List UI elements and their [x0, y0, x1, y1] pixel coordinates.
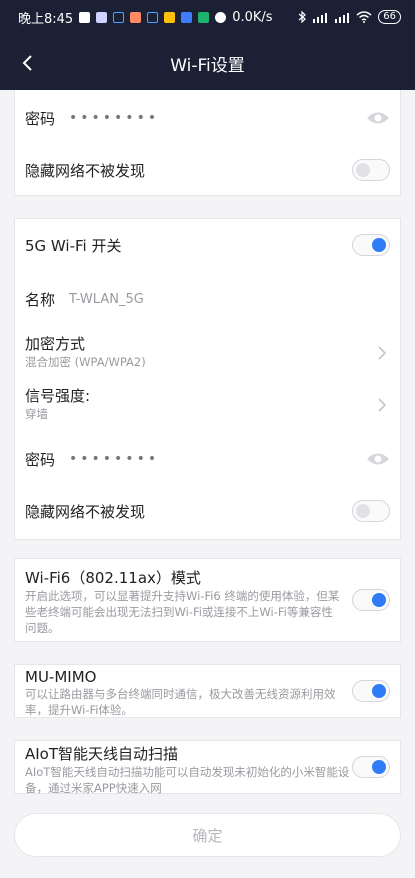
- mumimo-desc: 可以让路由器与多台终端同时通信，极大改善无线资源利用效率，提升Wi-Fi体验。: [25, 687, 336, 717]
- status-bar: 晚上8:45 0.0K/s 66: [0, 0, 415, 34]
- signal-strength-value: 穿墙: [25, 407, 48, 421]
- encryption-row[interactable]: 加密方式 混合加密 (WPA/WPA2): [25, 333, 390, 373]
- eye-icon[interactable]: [366, 451, 390, 467]
- app-notification-icon: [79, 11, 91, 23]
- encryption-value: 混合加密 (WPA/WPA2): [25, 355, 146, 369]
- signal-icon: [313, 12, 328, 23]
- 5g-switch-row: 5G Wi-Fi 开关: [25, 227, 390, 263]
- password-label: 密码: [25, 109, 56, 128]
- mumimo-card: MU-MIMO 可以让路由器与多台终端同时通信，极大改善无线资源利用效率，提升W…: [14, 664, 401, 718]
- aiot-row: AIoT智能天线自动扫描 AIoT智能天线自动扫描功能可以自动发现未初始化的小米…: [25, 743, 350, 795]
- title-bar: Wi-Fi设置: [0, 40, 415, 86]
- signal-strength-label: 信号强度:: [25, 387, 91, 405]
- notification-icons: [79, 11, 227, 23]
- aiot-toggle[interactable]: [352, 756, 390, 778]
- app-header: 晚上8:45 0.0K/s 66 Wi-Fi设置: [0, 0, 415, 90]
- wifi6-title: Wi-Fi6（802.11ax）模式: [25, 569, 201, 587]
- encryption-label: 加密方式: [25, 335, 86, 353]
- 5g-switch-toggle[interactable]: [352, 234, 390, 256]
- app-notification-icon: [96, 11, 108, 23]
- eye-icon[interactable]: [366, 110, 390, 126]
- wifi6-row: Wi-Fi6（802.11ax）模式 开启此选项，可以显著提升支持Wi-Fi6 …: [25, 567, 340, 637]
- hide-network-label: 隐藏网络不被发现: [25, 502, 146, 521]
- aiot-title: AIoT智能天线自动扫描: [25, 745, 179, 763]
- back-arrow-icon[interactable]: [16, 52, 38, 74]
- aiot-desc: AIoT智能天线自动扫描功能可以自动发现未初始化的小米智能设备，通过米家APP快…: [25, 765, 350, 795]
- 5g-switch-label: 5G Wi-Fi 开关: [25, 236, 122, 255]
- name-label: 名称: [25, 290, 56, 309]
- wifi6-desc: 开启此选项，可以显著提升支持Wi-Fi6 终端的使用体验，但某些老终端可能会出现…: [25, 589, 340, 635]
- confirm-button[interactable]: 确定: [14, 813, 401, 857]
- hide-network-row: 隐藏网络不被发现: [25, 493, 390, 529]
- wifi6-card: Wi-Fi6（802.11ax）模式 开启此选项，可以显著提升支持Wi-Fi6 …: [14, 558, 401, 642]
- wifi6-toggle[interactable]: [352, 589, 390, 611]
- name-row: 名称 T-WLAN_5G: [25, 281, 390, 317]
- bluetooth-icon: [298, 11, 307, 23]
- hide-network-toggle[interactable]: [352, 159, 390, 181]
- app-notification-icon: [198, 11, 210, 23]
- chevron-right-icon: [378, 346, 387, 360]
- password-label: 密码: [25, 450, 56, 469]
- app-notification-icon: [113, 11, 125, 23]
- aiot-card: AIoT智能天线自动扫描 AIoT智能天线自动扫描功能可以自动发现未初始化的小米…: [14, 740, 401, 795]
- app-notification-icon: [130, 11, 142, 23]
- net-speed: 0.0K/s: [232, 9, 273, 25]
- password-value[interactable]: ••••••••: [69, 110, 159, 126]
- app-notification-icon: [164, 11, 176, 23]
- signal-icon: [335, 12, 350, 23]
- mumimo-toggle[interactable]: [352, 680, 390, 702]
- app-notification-icon: [147, 11, 159, 23]
- status-time: 晚上8:45: [18, 11, 74, 27]
- password-row: 密码 ••••••••: [25, 100, 390, 136]
- chevron-right-icon: [378, 398, 387, 412]
- mumimo-row: MU-MIMO 可以让路由器与多台终端同时通信，极大改善无线资源利用效率，提升W…: [25, 668, 350, 717]
- signal-strength-row[interactable]: 信号强度: 穿墙: [25, 385, 390, 425]
- wifi-icon: [356, 11, 372, 23]
- page-title: Wi-Fi设置: [170, 55, 245, 76]
- cloud-icon: [215, 11, 227, 23]
- wifi-5g-card: 5G Wi-Fi 开关 名称 T-WLAN_5G 加密方式 混合加密 (WPA/…: [14, 218, 401, 540]
- hide-network-label: 隐藏网络不被发现: [25, 161, 146, 180]
- wifi-24g-card: 密码 •••••••• 隐藏网络不被发现: [14, 90, 401, 196]
- mumimo-title: MU-MIMO: [25, 668, 97, 686]
- hide-network-toggle[interactable]: [352, 500, 390, 522]
- password-value[interactable]: ••••••••: [69, 451, 159, 467]
- hide-network-row: 隐藏网络不被发现: [25, 152, 390, 188]
- ssid-value[interactable]: T-WLAN_5G: [69, 292, 144, 307]
- password-row: 密码 ••••••••: [25, 441, 390, 477]
- battery-icon: 66: [378, 10, 401, 24]
- app-notification-icon: [181, 11, 193, 23]
